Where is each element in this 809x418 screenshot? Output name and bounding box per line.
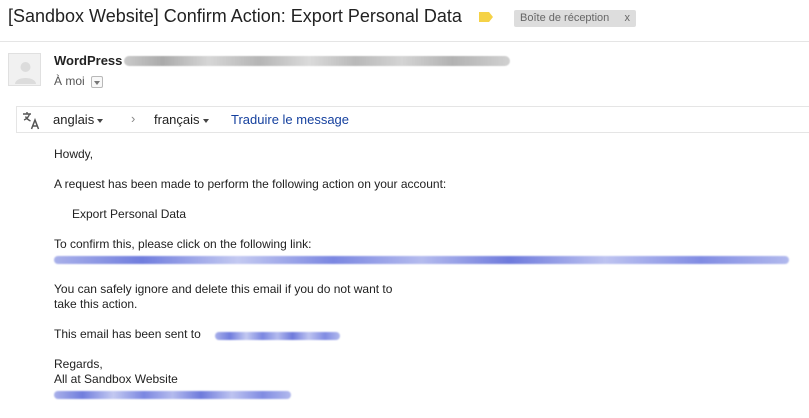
language-separator: ›: [131, 111, 136, 126]
dropdown-arrow-icon: [202, 118, 209, 123]
remove-label-button[interactable]: x: [625, 10, 631, 27]
target-language-select[interactable]: français: [154, 112, 209, 127]
avatar: [8, 53, 41, 86]
intro-text: A request has been made to perform the f…: [54, 177, 447, 191]
greeting-text: Howdy,: [54, 147, 94, 161]
sender-address-redacted: [124, 56, 510, 66]
confirm-text: To confirm this, please click on the fol…: [54, 237, 312, 251]
email-subject: [Sandbox Website] Confirm Action: Export…: [8, 6, 462, 26]
ignore-text-line2: take this action.: [54, 297, 138, 311]
translate-message-link[interactable]: Traduire le message: [231, 112, 349, 127]
important-marker-icon[interactable]: [479, 12, 493, 22]
translate-icon: [23, 112, 40, 130]
source-language-label: anglais: [53, 112, 95, 127]
confirm-link-redacted[interactable]: [54, 256, 789, 264]
signature-text: All at Sandbox Website: [54, 372, 178, 386]
action-text: Export Personal Data: [72, 207, 187, 221]
email-header: [Sandbox Website] Confirm Action: Export…: [0, 0, 809, 38]
chevron-down-icon[interactable]: [91, 76, 103, 88]
ignore-text-line1: You can safely ignore and delete this em…: [54, 282, 393, 296]
sender-name: WordPress: [54, 53, 123, 68]
recipient-label: À moi: [54, 74, 85, 88]
header-divider: [0, 41, 809, 42]
site-link-redacted[interactable]: [54, 391, 291, 399]
dropdown-arrow-icon: [97, 118, 104, 123]
recipient-email-redacted[interactable]: [215, 332, 340, 340]
inbox-label-text: Boîte de réception: [520, 12, 610, 24]
target-language-label: français: [154, 112, 200, 127]
sent-to-text: This email has been sent to: [54, 327, 201, 341]
regards-text: Regards,: [54, 357, 103, 371]
translation-bar: anglais › français Traduire le message: [16, 106, 809, 133]
person-icon: [15, 62, 36, 84]
source-language-select[interactable]: anglais: [53, 112, 104, 127]
inbox-label-chip[interactable]: Boîte de réception x: [514, 10, 636, 27]
